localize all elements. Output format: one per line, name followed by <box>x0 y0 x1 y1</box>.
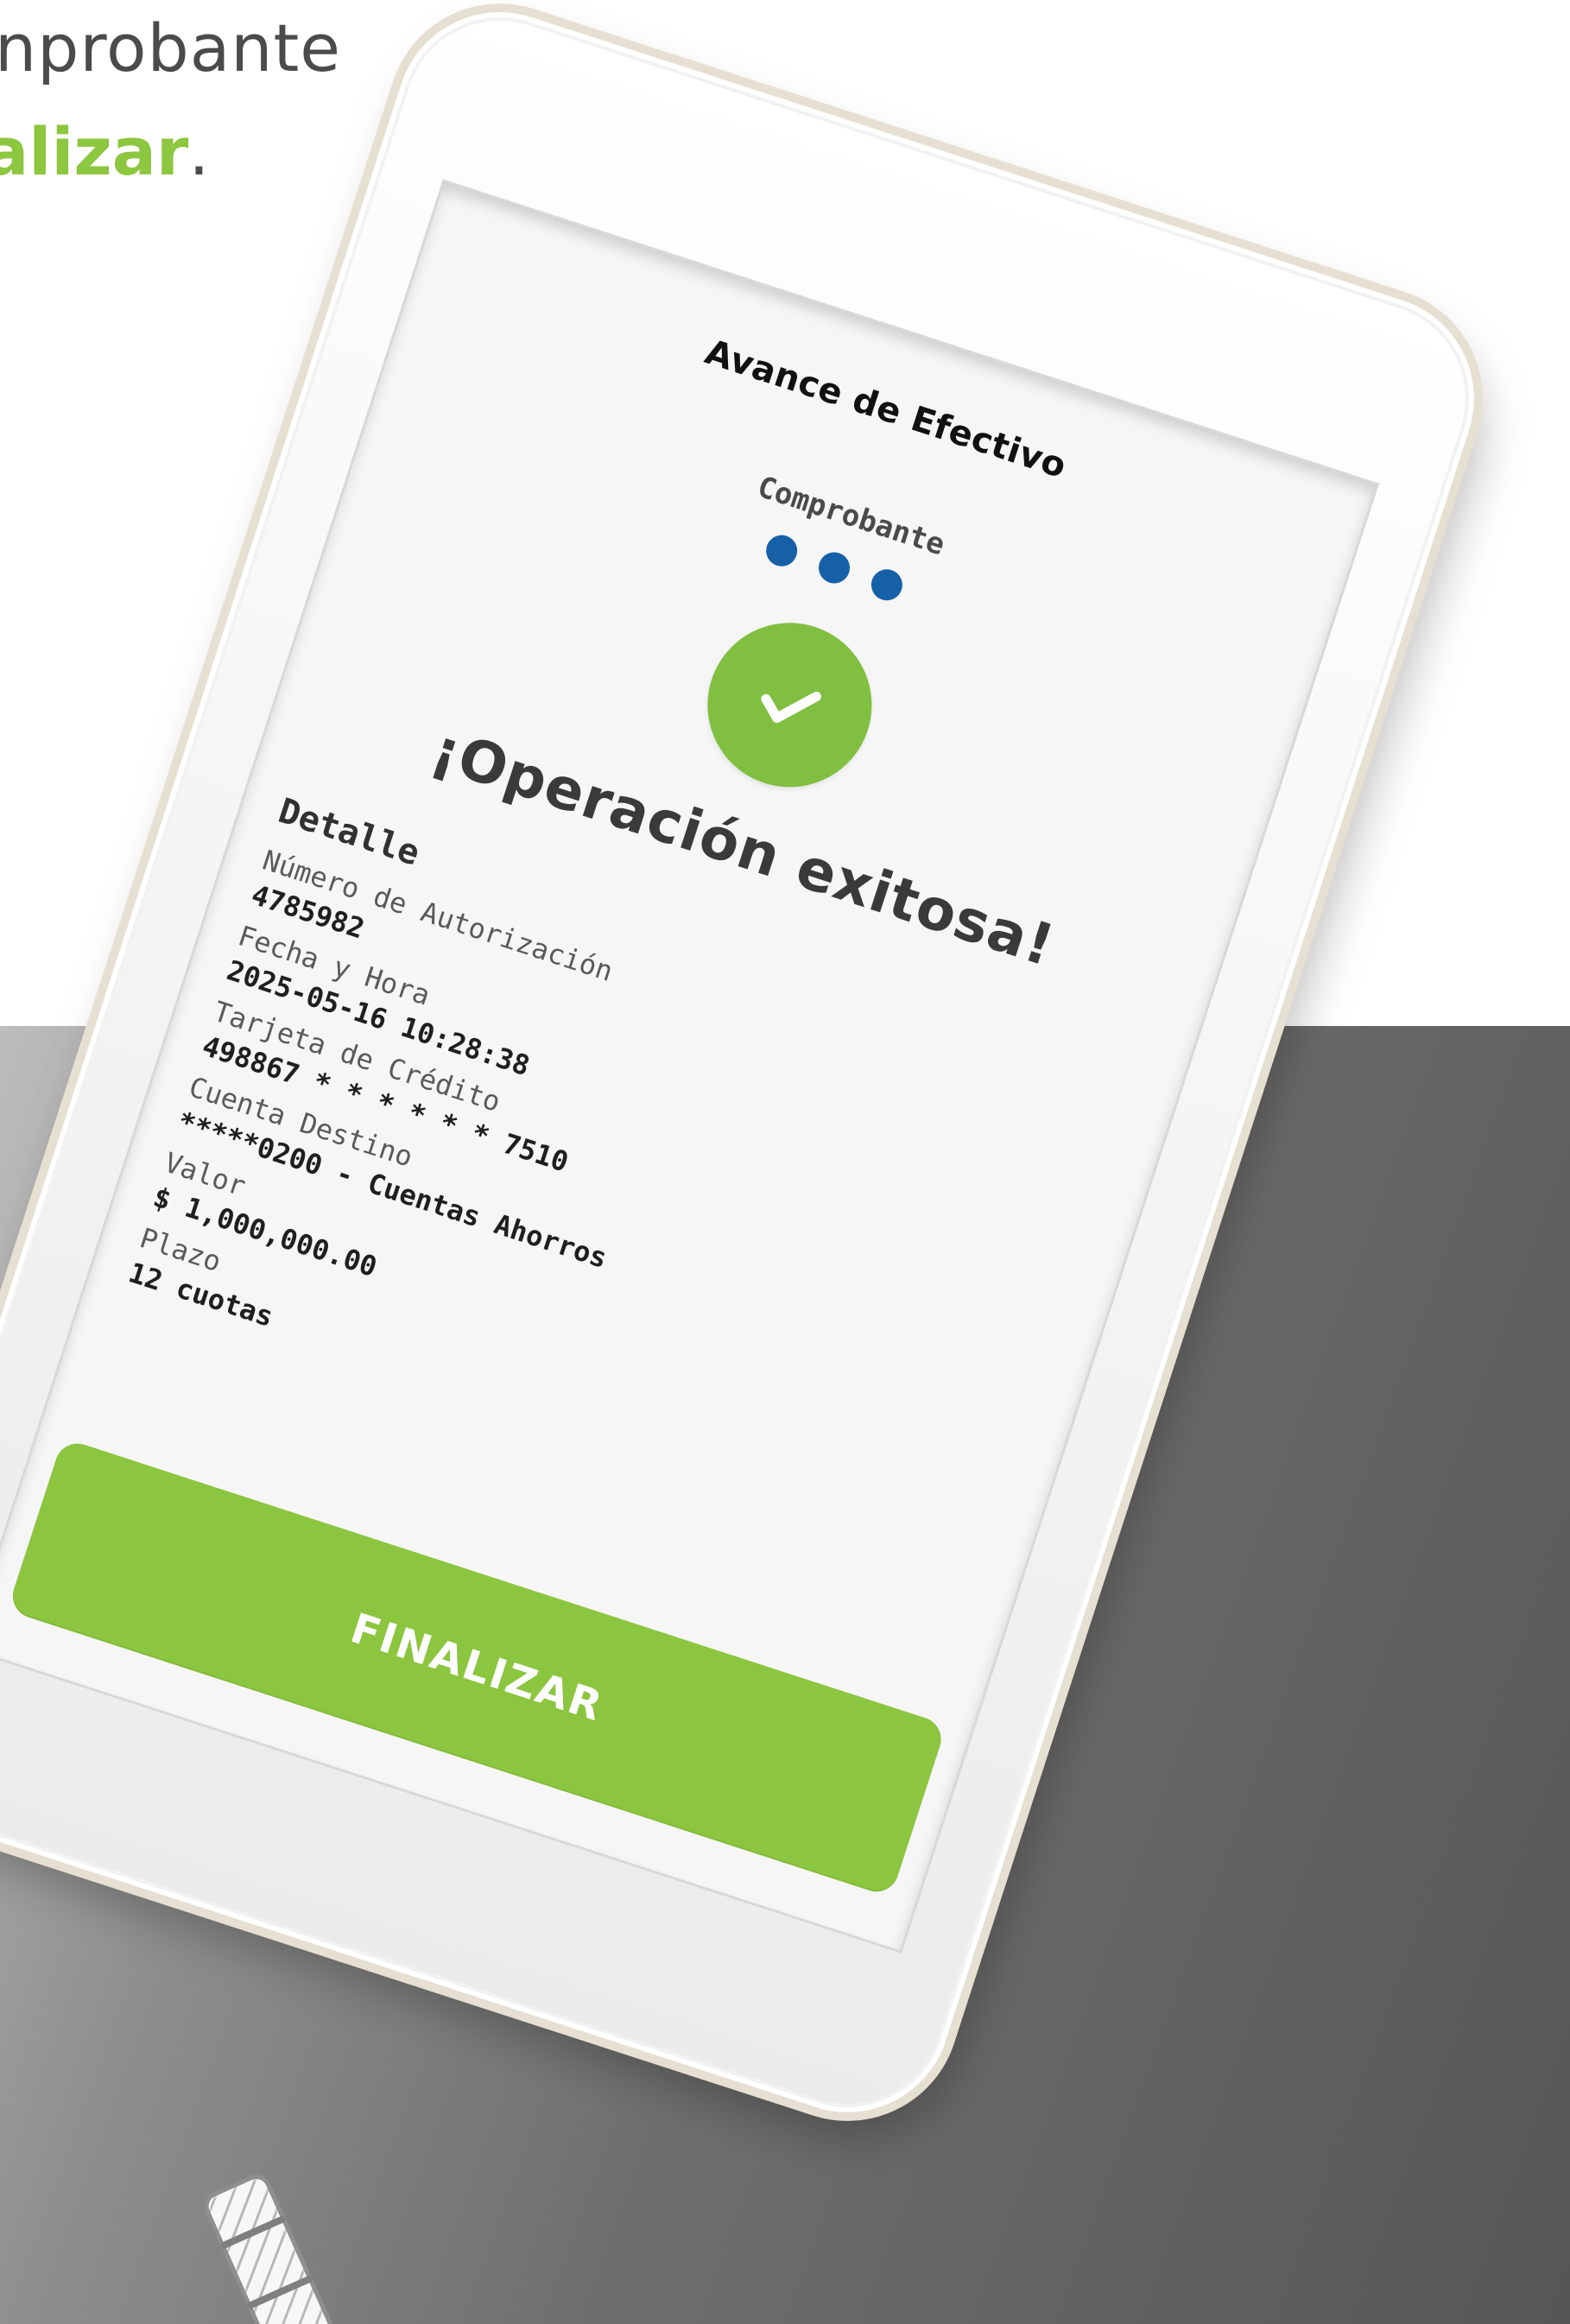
detail-section: Detalle Número de Autorización 4785982 F… <box>122 791 861 1484</box>
caption-bottom: alizar. <box>0 119 210 185</box>
finish-button[interactable]: FINALIZAR <box>7 1437 947 1898</box>
step-dot-icon <box>762 531 801 571</box>
page: nprobante alizar. Avance de Efectivo Com… <box>0 0 1570 2324</box>
caption-top: nprobante <box>0 9 342 86</box>
step-dot-icon <box>814 548 854 588</box>
step-dot-icon <box>867 565 907 605</box>
success-badge <box>686 601 894 808</box>
check-icon <box>761 691 821 723</box>
caption-bottom-suffix: . <box>188 113 210 190</box>
caption-bottom-highlight: alizar <box>0 113 189 190</box>
